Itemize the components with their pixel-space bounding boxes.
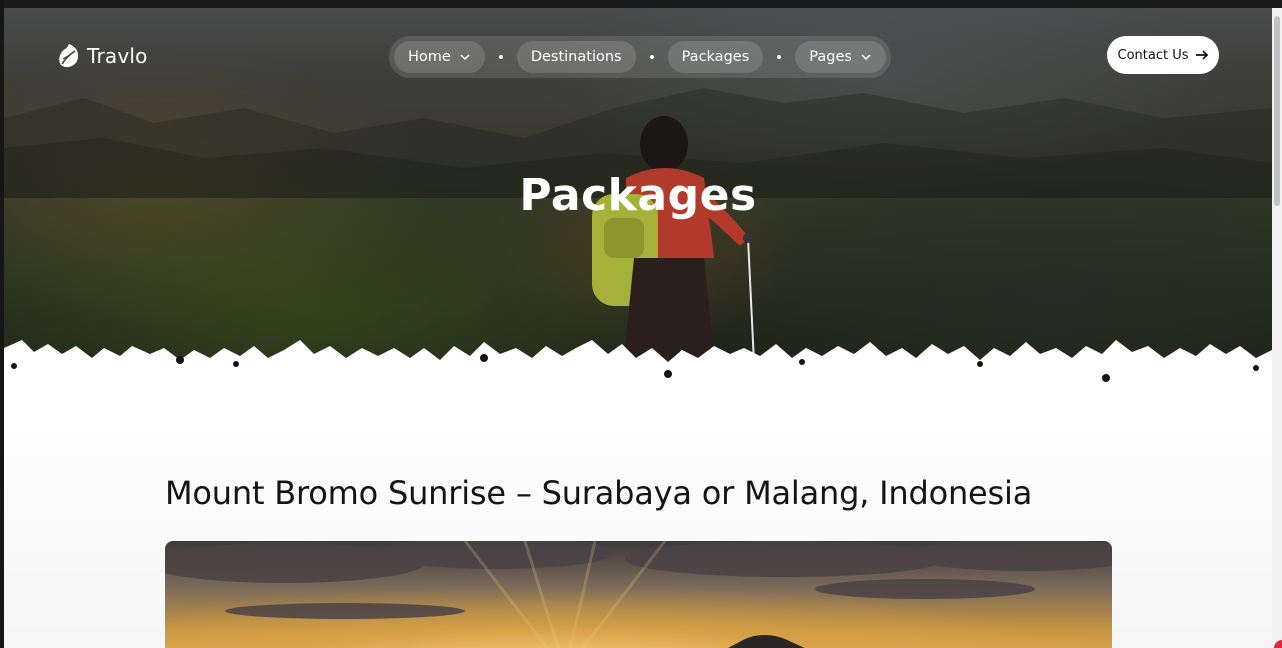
leaf-logo-icon	[59, 44, 79, 68]
hero-section: Travlo Home Destinations Packages Pages …	[4, 8, 1272, 388]
nav-item-label: Pages	[809, 49, 852, 65]
arrow-right-icon	[1195, 50, 1208, 60]
window-top-edge	[0, 0, 1282, 8]
window-left-edge	[0, 0, 4, 648]
brand-name: Travlo	[87, 44, 148, 68]
web-page: Travlo Home Destinations Packages Pages …	[4, 8, 1272, 648]
nav-item-packages[interactable]: Packages	[667, 41, 764, 73]
main-navigation: Home Destinations Packages Pages	[389, 36, 891, 78]
package-hero-image	[165, 541, 1112, 648]
nav-item-home[interactable]: Home	[394, 41, 485, 73]
nav-separator-dot	[498, 55, 503, 59]
contact-us-button[interactable]: Contact Us	[1107, 36, 1219, 74]
browser-viewport: Travlo Home Destinations Packages Pages …	[0, 0, 1282, 648]
nav-item-destinations[interactable]: Destinations	[516, 41, 636, 73]
scrollbar-thumb[interactable]	[1274, 16, 1280, 206]
brand-logo[interactable]: Travlo	[57, 42, 148, 70]
contact-us-label: Contact Us	[1117, 47, 1189, 63]
nav-item-pages[interactable]: Pages	[795, 41, 886, 73]
nav-item-label: Packages	[681, 49, 750, 65]
nav-separator-dot	[649, 55, 654, 59]
torn-paper-divider	[4, 340, 1272, 388]
nav-item-label: Home	[408, 49, 451, 65]
nav-item-label: Destinations	[530, 49, 622, 65]
page-scrollbar[interactable]	[1272, 8, 1282, 648]
package-title: Mount Bromo Sunrise – Surabaya or Malang…	[165, 474, 1033, 512]
sunrise-volcano-image	[165, 541, 1112, 648]
nav-separator-dot	[777, 55, 782, 59]
page-title: Packages	[519, 170, 757, 221]
package-detail-section: Mount Bromo Sunrise – Surabaya or Malang…	[4, 388, 1272, 648]
chevron-down-icon	[861, 54, 871, 61]
chevron-down-icon	[460, 54, 470, 61]
